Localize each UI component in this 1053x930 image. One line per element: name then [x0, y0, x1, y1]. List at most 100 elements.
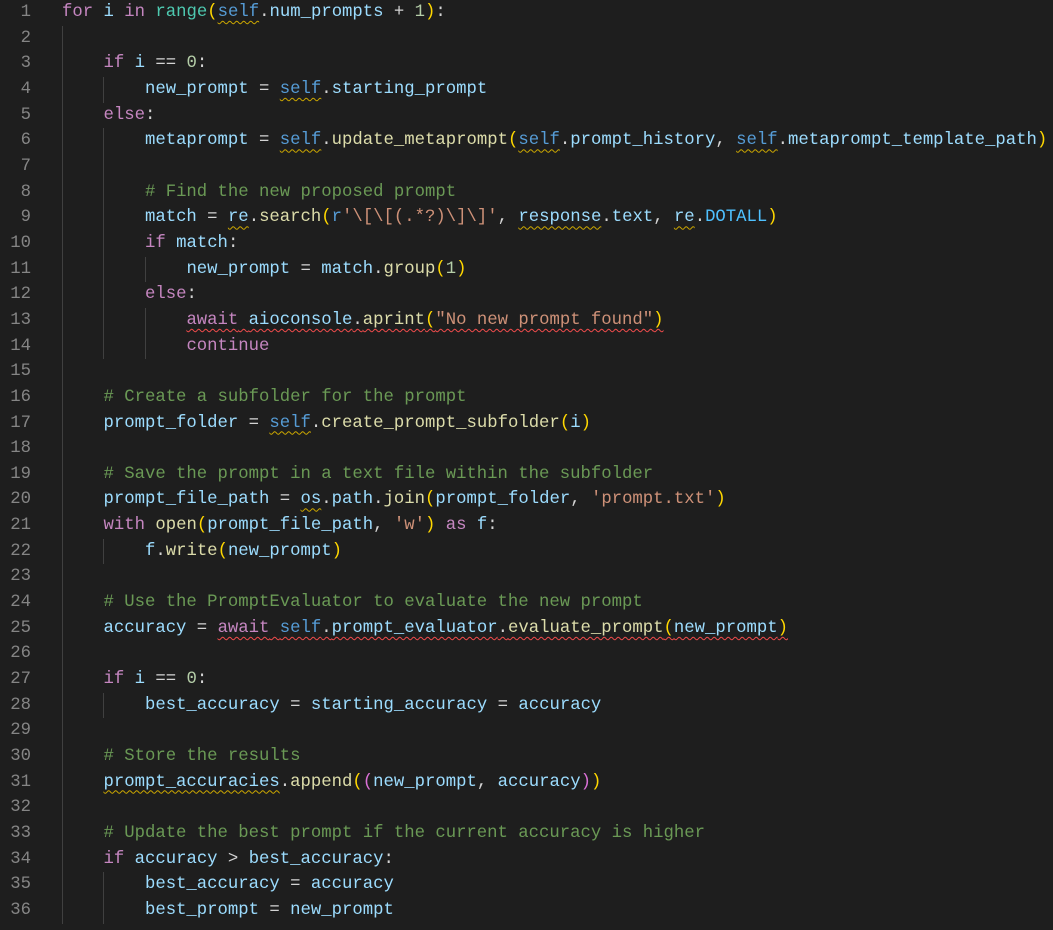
code-line[interactable]: 3 if i == 0: — [0, 51, 1053, 77]
code-line[interactable]: 5 else: — [0, 102, 1053, 129]
indent-guide — [103, 230, 105, 257]
line-number: 27 — [10, 670, 31, 690]
code-line[interactable]: 17 prompt_folder = self.create_prompt_sub… — [0, 410, 1053, 437]
code-token: metaprompt — [144, 131, 249, 151]
indent-guide — [103, 256, 105, 283]
code-line[interactable]: 25 accuracy = await self.prompt_evaluator… — [0, 615, 1053, 642]
code-token: "No new prompt found" — [435, 310, 654, 330]
code-line[interactable]: 33 # Update the best prompt if the curren… — [0, 821, 1053, 847]
code-token: num_prompts — [269, 3, 384, 22]
code-line[interactable]: 13 await aioconsole.aprint("No new prompt… — [0, 307, 1053, 334]
indent-guide — [62, 692, 63, 719]
code-token: : — [186, 285, 197, 305]
code-token: ) — [590, 772, 602, 792]
code-line[interactable]: 15 — [0, 359, 1053, 385]
code-line[interactable]: 26 — [0, 641, 1053, 668]
code-line[interactable]: 27 if i == 0: — [0, 667, 1053, 693]
code-token: . — [694, 208, 706, 228]
code-line[interactable]: 14 continue — [0, 333, 1053, 360]
code-line[interactable]: 12 else: — [0, 282, 1053, 308]
code-token: if — [103, 849, 125, 869]
code-token: continue — [186, 336, 270, 356]
code-token: i — [134, 54, 145, 74]
code-line[interactable]: 10 if match: — [0, 230, 1053, 257]
code-line[interactable]: 29 — [0, 718, 1053, 745]
code-token: > — [217, 849, 249, 869]
code-line[interactable]: 4 new_prompt = self.starting_prompt — [0, 76, 1053, 103]
code-token: accuracy — [497, 772, 581, 792]
code-line[interactable]: 9 match = re.search(r'\[\[(.*?)\]\]', res… — [0, 205, 1053, 231]
code-comment: # Update the best prompt if the current … — [103, 824, 705, 843]
code-token: 'w' — [393, 516, 425, 536]
code-token: f — [144, 541, 156, 561]
code-text: if accuracy > best_accuracy: — [103, 847, 393, 873]
code-line[interactable]: 22 f.write(new_prompt) — [0, 538, 1053, 565]
code-line[interactable]: 11 new_prompt = match.group(1) — [0, 256, 1053, 283]
code-line[interactable]: 36 best_prompt = new_prompt — [0, 897, 1053, 924]
code-text: new_prompt = self.starting_prompt — [145, 77, 487, 103]
code-text: else: — [145, 282, 197, 308]
indent-guide — [62, 76, 63, 103]
code-line[interactable]: 21 with open(prompt_file_path, 'w') as f: — [0, 513, 1053, 539]
code-line[interactable]: 28 best_accuracy = starting_accuracy = ac… — [0, 692, 1053, 719]
line-number: 36 — [10, 900, 31, 920]
code-token: , — [373, 516, 394, 536]
code-token: path — [331, 490, 374, 510]
indent-guide — [103, 872, 105, 898]
code-token: ) — [425, 3, 436, 22]
code-comment: # Find the new proposed prompt — [144, 182, 457, 202]
code-token: . — [279, 772, 291, 792]
code-text: await aioconsole.aprint("No new prompt f… — [186, 308, 663, 334]
code-line[interactable]: 32 — [0, 795, 1053, 821]
code-line[interactable]: 18 — [0, 436, 1053, 462]
code-token: 0 — [186, 54, 197, 74]
code-line[interactable]: 8 # Find the new proposed prompt — [0, 179, 1053, 206]
indent-guide — [62, 256, 63, 283]
indent-guide — [62, 128, 63, 154]
code-token: . — [373, 259, 384, 279]
code-token: aprint — [362, 310, 425, 330]
code-line[interactable]: 23 — [0, 564, 1053, 591]
code-token: , — [497, 208, 519, 228]
code-line[interactable]: 35 best_accuracy = accuracy — [0, 872, 1053, 898]
code-line[interactable]: 19 # Save the prompt in a text file withi… — [0, 461, 1053, 488]
code-line[interactable]: 6 metaprompt = self.update_metaprompt(sel… — [0, 128, 1053, 154]
line-number: 23 — [10, 567, 31, 587]
code-token: . — [373, 490, 384, 510]
code-token: , — [570, 490, 591, 510]
indent-guide — [62, 230, 63, 257]
code-line[interactable]: 2 — [0, 25, 1053, 52]
indent-guide — [103, 692, 105, 719]
code-line[interactable]: 16 # Create a subfolder for the prompt — [0, 384, 1053, 411]
code-line[interactable]: 24 # Use the PromptEvaluator to evaluate … — [0, 590, 1053, 616]
code-token: await — [186, 310, 239, 330]
line-number: 26 — [10, 644, 31, 664]
code-token: if — [103, 670, 125, 690]
code-line[interactable]: 7 — [0, 153, 1053, 180]
code-token: + — [383, 3, 415, 22]
indent-guide — [62, 846, 63, 873]
code-token: : — [435, 3, 446, 22]
code-text: # Use the PromptEvaluator to evaluate th… — [103, 590, 642, 616]
code-line[interactable]: 34 if accuracy > best_accuracy: — [0, 846, 1053, 873]
code-text: # Create a subfolder for the prompt — [103, 385, 466, 411]
code-text: for i in range(self.num_prompts + 1): — [62, 0, 446, 26]
code-line[interactable]: 30 # Store the results — [0, 744, 1053, 770]
code-token: new_prompt — [373, 772, 477, 792]
code-editor[interactable]: 1 for i in range(self.num_prompts + 1): 2 3… — [0, 0, 1053, 930]
code-line[interactable]: 31 prompt_accuracies.append((new_prompt, … — [0, 769, 1053, 796]
code-token: else — [103, 105, 145, 125]
indent-guide — [62, 641, 63, 668]
code-token: if — [103, 54, 125, 74]
code-token: . — [601, 208, 612, 228]
code-token: i — [570, 413, 581, 433]
code-token: . — [777, 131, 788, 151]
code-token: if — [144, 233, 166, 253]
code-line[interactable]: 1 for i in range(self.num_prompts + 1): — [0, 0, 1053, 26]
indent-guide — [103, 333, 105, 360]
code-token: . — [155, 541, 166, 561]
code-line[interactable]: 20 prompt_file_path = os.path.join(prompt… — [0, 487, 1053, 514]
code-token: 'prompt.txt' — [590, 490, 716, 510]
